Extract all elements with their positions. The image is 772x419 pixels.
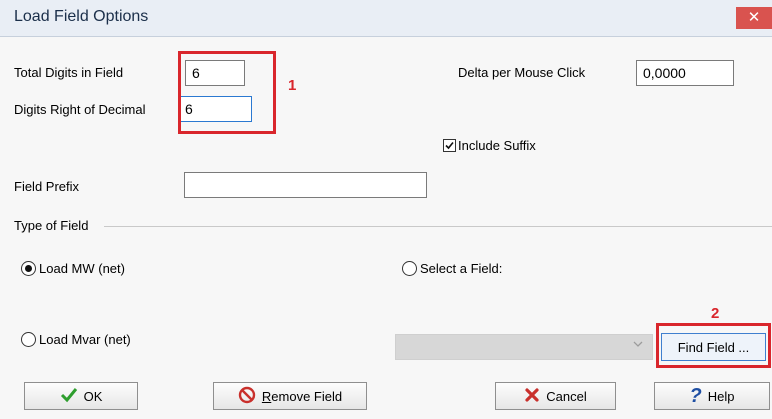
type-of-field-label: Type of Field [14, 218, 89, 233]
title-bar: Load Field Options ✕ [0, 0, 772, 37]
annotation-marker-1: 1 [288, 77, 297, 94]
field-prefix-label: Field Prefix [14, 179, 80, 194]
find-field-button[interactable]: Find Field ... [661, 333, 766, 361]
load-mw-label: Load MW (net) [39, 261, 125, 276]
no-entry-icon [238, 386, 256, 407]
digits-right-label: Digits Right of Decimal [14, 102, 146, 117]
load-mvar-radio[interactable] [21, 332, 36, 347]
checkmark-icon [445, 141, 454, 150]
delta-input[interactable] [636, 60, 734, 86]
close-icon: ✕ [747, 9, 761, 26]
remove-field-button[interactable]: Remove Field [213, 382, 367, 410]
cancel-label: Cancel [546, 388, 587, 404]
annotation-marker-2: 2 [711, 305, 720, 322]
remove-field-hotkey: R [261, 388, 272, 404]
load-mvar-label: Load Mvar (net) [39, 332, 131, 347]
include-suffix-checkbox[interactable] [443, 139, 456, 152]
field-select-dropdown[interactable] [395, 334, 653, 360]
question-mark-icon: ? [689, 384, 702, 407]
x-icon [524, 387, 540, 406]
chevron-down-icon [632, 338, 644, 353]
ok-label: OK [83, 388, 103, 404]
select-field-radio[interactable] [402, 261, 417, 276]
annotation-box-1 [178, 51, 276, 134]
remove-field-label: Remove Field [262, 389, 342, 404]
remove-field-text: emove Field [271, 388, 343, 404]
load-mw-radio[interactable] [21, 261, 36, 276]
window-title: Load Field Options [14, 8, 149, 25]
help-button[interactable]: ? Help [654, 382, 770, 410]
dialog-body: Total Digits in Field Digits Right of De… [0, 37, 772, 419]
include-suffix-label: Include Suffix [458, 138, 536, 153]
select-field-label: Select a Field: [420, 261, 503, 276]
total-digits-label: Total Digits in Field [14, 65, 124, 80]
ok-button[interactable]: OK [24, 382, 138, 410]
cancel-button[interactable]: Cancel [495, 382, 616, 410]
group-divider [104, 226, 772, 227]
checkmark-icon [60, 387, 78, 406]
field-prefix-input[interactable] [184, 172, 427, 198]
help-label: Help [707, 388, 735, 404]
delta-label: Delta per Mouse Click [458, 65, 586, 80]
find-field-label: Find Field ... [677, 339, 750, 355]
close-button[interactable]: ✕ [736, 7, 772, 29]
